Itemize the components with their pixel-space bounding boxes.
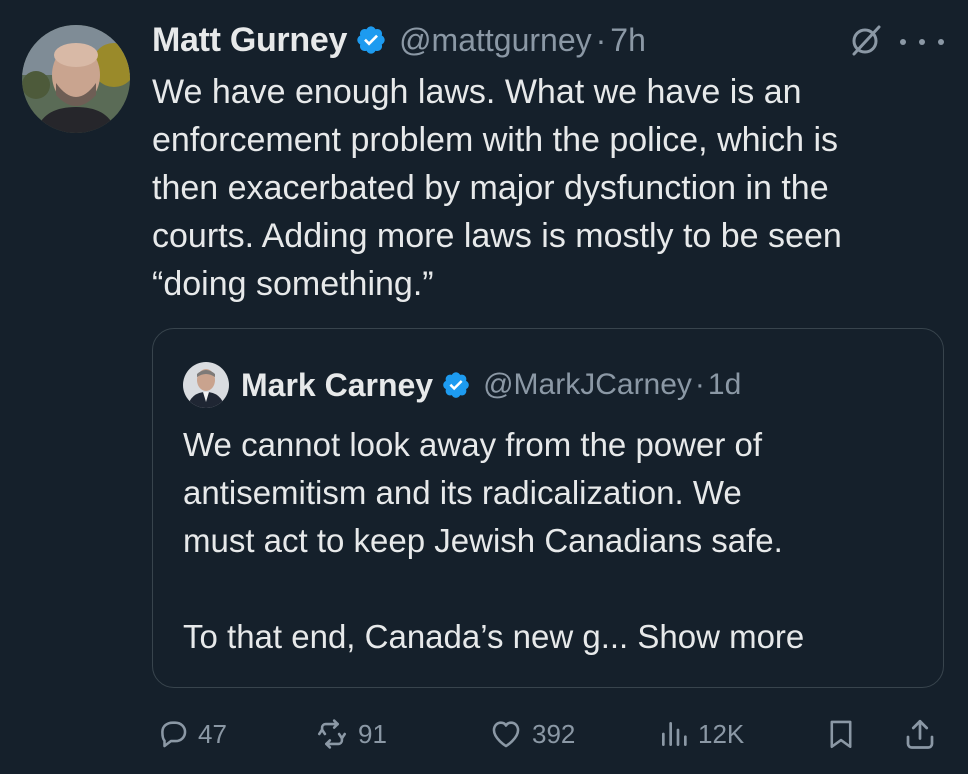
tweet-header: Matt Gurney @mattgurney · 7h [152, 18, 646, 62]
separator-dot: · [595, 21, 607, 58]
tweet-text: We have enough laws. What we have is an … [152, 68, 942, 308]
quoted-text-truncated: To that end, Canada’s new g... [183, 618, 629, 655]
like-count: 392 [532, 718, 576, 749]
quoted-tweet[interactable]: Mark Carney @MarkJCarney · 1d We cannot … [152, 328, 944, 688]
repost-button[interactable]: 91 [314, 712, 387, 756]
share-button[interactable] [902, 712, 938, 756]
more-dot [919, 39, 925, 45]
quoted-tweet-timestamp[interactable]: 1d [708, 368, 741, 402]
quoted-text-line: must act to keep Jewish Canadians safe. [183, 522, 783, 559]
author-avatar-image [22, 25, 130, 133]
reply-count: 47 [198, 718, 227, 749]
quoted-text-line-truncated: To that end, Canada’s new g... Show more [183, 613, 923, 661]
share-icon [906, 719, 934, 749]
reply-button[interactable]: 47 [156, 712, 227, 756]
repost-icon [317, 719, 347, 749]
show-more-link[interactable]: Show more [637, 618, 804, 655]
quoted-tweet-text: We cannot look away from the power of an… [183, 421, 923, 661]
views-count: 12K [698, 718, 745, 749]
tweet-text-line: then exacerbated by major dysfunction in… [152, 169, 829, 207]
views-icon [662, 722, 687, 746]
bookmark-icon [830, 720, 852, 749]
verified-badge-icon [357, 26, 385, 54]
quoted-text-line: We cannot look away from the power of [183, 426, 763, 463]
tweet-timestamp[interactable]: 7h [610, 22, 646, 59]
author-avatar[interactable] [22, 25, 130, 133]
like-button[interactable]: 392 [488, 712, 575, 756]
tweet-text-line: enforcement problem with the police, whi… [152, 121, 838, 159]
verified-badge-icon [443, 372, 469, 398]
bookmark-button[interactable] [824, 712, 858, 756]
repost-count: 91 [358, 718, 387, 749]
quoted-author-avatar [183, 362, 229, 408]
tweet-text-line: courts. Adding more laws is mostly to be… [152, 217, 842, 255]
author-name[interactable]: Matt Gurney [152, 21, 347, 60]
grok-icon[interactable] [848, 22, 884, 58]
tweet[interactable]: Matt Gurney @mattgurney · 7h We have eno… [0, 0, 968, 774]
reply-icon [161, 721, 187, 748]
quoted-author-handle[interactable]: @MarkJCarney [483, 368, 692, 402]
separator-dot: · [694, 368, 705, 401]
heart-icon [492, 721, 520, 748]
action-bar: 47 91 392 12K [152, 712, 944, 756]
quoted-author-name[interactable]: Mark Carney [241, 367, 433, 404]
more-dot [938, 39, 944, 45]
views-button[interactable]: 12K [658, 712, 744, 756]
more-options-icon[interactable] [900, 28, 944, 56]
quoted-tweet-header: Mark Carney @MarkJCarney · 1d [183, 362, 741, 408]
more-dot [900, 39, 906, 45]
author-handle[interactable]: @mattgurney [399, 22, 592, 59]
quoted-text-line: antisemitism and its radicalization. We [183, 474, 742, 511]
tweet-text-line: We have enough laws. What we have is an [152, 73, 802, 111]
tweet-text-line: “doing something.” [152, 265, 434, 303]
